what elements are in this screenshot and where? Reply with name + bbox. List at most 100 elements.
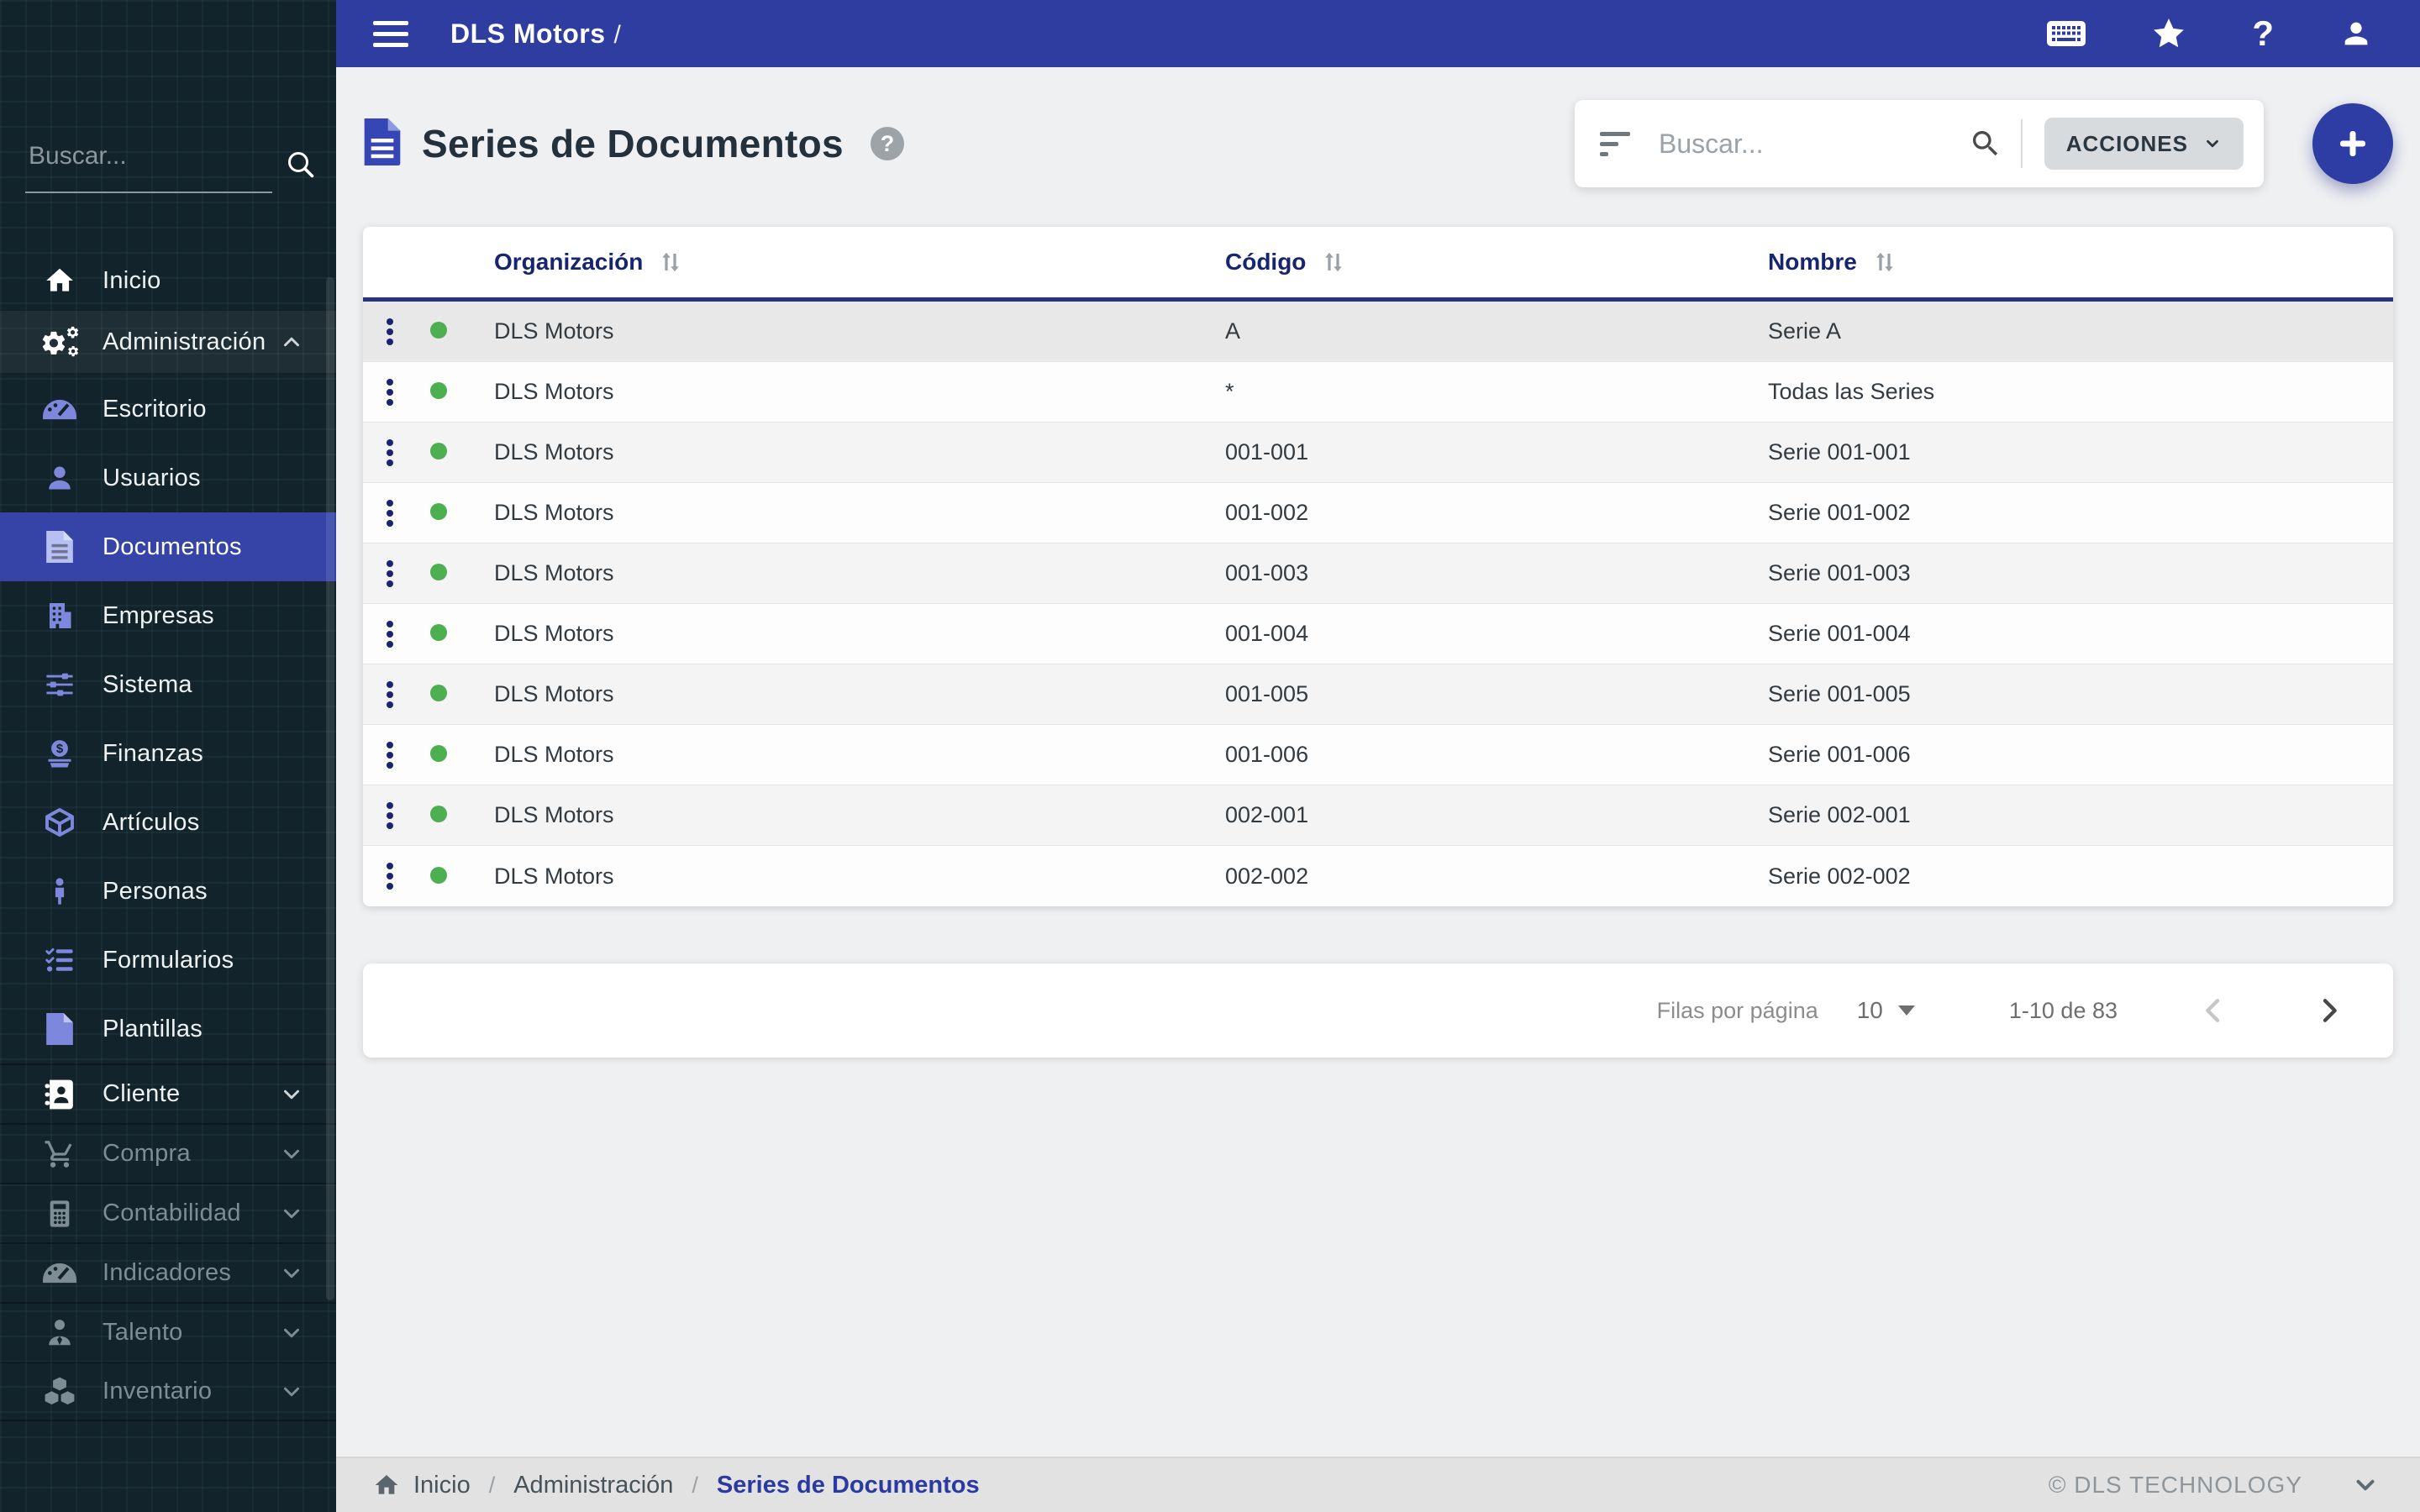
column-header-nombre[interactable]: Nombre <box>1768 249 2393 276</box>
table-row[interactable]: DLS Motors 001-004 Serie 001-004 <box>363 604 2393 664</box>
breadcrumb-administracion[interactable]: Administración <box>513 1472 673 1499</box>
sidebar-item-label: Finanzas <box>103 739 204 767</box>
add-button[interactable] <box>2312 103 2393 184</box>
sidebar-item-escritorio[interactable]: Escritorio <box>0 375 336 444</box>
table-row[interactable]: DLS Motors 002-002 Serie 002-002 <box>363 846 2393 906</box>
cell-organizacion: DLS Motors <box>494 742 614 767</box>
contacts-icon <box>39 1079 81 1110</box>
sidebar-search-input[interactable] <box>27 141 272 171</box>
favorite-star-icon[interactable] <box>2151 16 2186 51</box>
sidebar-item-administracion[interactable]: Administración <box>0 309 336 375</box>
cell-nombre: Serie 001-001 <box>1768 439 1911 465</box>
sidebar-item-formularios[interactable]: Formularios <box>0 926 336 995</box>
row-menu-kebab-icon[interactable] <box>380 493 400 533</box>
cell-codigo: 001-006 <box>1225 742 1309 767</box>
cell-codigo: * <box>1225 379 1234 404</box>
status-active-dot <box>430 382 447 399</box>
table-row[interactable]: DLS Motors 001-003 Serie 001-003 <box>363 543 2393 604</box>
sidebar-item-personas[interactable]: Personas <box>0 857 336 926</box>
sidebar-scrollbar-thumb[interactable] <box>326 277 334 1300</box>
sidebar-item-cliente[interactable]: Cliente <box>0 1063 336 1123</box>
keyboard-icon[interactable] <box>2047 20 2086 47</box>
sidebar-item-empresas[interactable]: Empresas <box>0 581 336 650</box>
sidebar-item-compra[interactable]: Compra <box>0 1123 336 1183</box>
breadcrumb-inicio[interactable]: Inicio <box>413 1472 471 1499</box>
sidebar-item-label: Documentos <box>103 533 242 560</box>
status-active-dot <box>430 564 447 580</box>
row-menu-kebab-icon[interactable] <box>380 856 400 896</box>
next-page-button[interactable] <box>2312 994 2346 1027</box>
table-row[interactable]: DLS Motors 001-001 Serie 001-001 <box>363 423 2393 483</box>
row-menu-kebab-icon[interactable] <box>380 372 400 412</box>
column-header-organizacion[interactable]: Organización <box>494 249 1225 276</box>
cart-icon <box>39 1138 81 1170</box>
page-help-icon[interactable]: ? <box>870 127 904 160</box>
sidebar-item-label: Empresas <box>103 601 214 629</box>
row-menu-kebab-icon[interactable] <box>380 614 400 654</box>
table-search-input[interactable] <box>1657 127 1969 160</box>
person-icon <box>39 876 81 906</box>
search-icon[interactable] <box>1969 127 2002 160</box>
cell-codigo: 001-004 <box>1225 621 1309 646</box>
actions-button[interactable]: ACCIONES <box>2044 118 2244 170</box>
cell-codigo: 001-002 <box>1225 500 1309 525</box>
table-row[interactable]: DLS Motors * Todas las Series <box>363 362 2393 423</box>
sidebar-item-label: Cliente <box>103 1080 181 1107</box>
table-row[interactable]: DLS Motors 001-005 Serie 001-005 <box>363 664 2393 725</box>
status-active-dot <box>430 866 447 884</box>
calculator-icon <box>39 1198 81 1230</box>
copyright-text: © DLS TECHNOLOGY <box>2048 1472 2302 1498</box>
row-menu-kebab-icon[interactable] <box>380 735 400 775</box>
gauge-icon <box>39 1262 81 1284</box>
sidebar-item-indicadores[interactable]: Indicadores <box>0 1242 336 1302</box>
boxes-icon <box>39 1376 81 1408</box>
row-menu-kebab-icon[interactable] <box>380 433 400 473</box>
sort-icon <box>1876 252 1893 272</box>
chevron-down-icon <box>2207 139 2218 148</box>
filter-icon[interactable] <box>1600 131 1634 156</box>
cell-nombre: Serie 002-001 <box>1768 802 1911 827</box>
row-menu-kebab-icon[interactable] <box>380 675 400 715</box>
rows-per-page-select[interactable]: 10 <box>1857 997 1915 1024</box>
sidebar-item-finanzas[interactable]: $ Finanzas <box>0 719 336 788</box>
sidebar-item-inventario[interactable]: Inventario <box>0 1362 336 1421</box>
sidebar-item-plantillas[interactable]: Plantillas <box>0 995 336 1063</box>
table-row[interactable]: DLS Motors A Serie A <box>363 302 2393 362</box>
app-title: DLS Motors / <box>450 18 622 49</box>
svg-text:$: $ <box>56 742 64 756</box>
chevron-down-icon <box>279 1261 304 1286</box>
sidebar-item-sistema[interactable]: Sistema <box>0 650 336 719</box>
account-icon[interactable] <box>2339 17 2373 50</box>
cell-organizacion: DLS Motors <box>494 439 614 465</box>
file-icon <box>39 1013 81 1045</box>
sidebar: Inicio Administración Escritorio <box>0 0 336 1512</box>
sidebar-item-contabilidad[interactable]: Contabilidad <box>0 1183 336 1242</box>
sidebar-item-articulos[interactable]: Artículos <box>0 788 336 857</box>
page-content: Series de Documentos ? ACCIONES <box>336 67 2420 1457</box>
row-menu-kebab-icon[interactable] <box>380 554 400 594</box>
sidebar-item-documentos[interactable]: Documentos <box>0 512 336 581</box>
sidebar-item-label: Escritorio <box>103 395 207 423</box>
sidebar-item-label: Formularios <box>103 946 234 974</box>
sidebar-item-label: Talento <box>103 1319 183 1346</box>
sidebar-item-usuarios[interactable]: Usuarios <box>0 444 336 512</box>
status-active-dot <box>430 443 447 459</box>
sidebar-item-talento[interactable]: Talento <box>0 1302 336 1362</box>
breadcrumb-home-icon[interactable] <box>373 1472 400 1499</box>
status-active-dot <box>430 745 447 762</box>
table-row[interactable]: DLS Motors 001-006 Serie 001-006 <box>363 725 2393 785</box>
table-row[interactable]: DLS Motors 001-002 Serie 001-002 <box>363 483 2393 543</box>
help-icon[interactable]: ? <box>2252 16 2274 51</box>
sidebar-item-inicio[interactable]: Inicio <box>0 252 336 309</box>
breadcrumb-separator: / <box>488 1472 496 1498</box>
footer-chevron-down-icon[interactable] <box>2351 1471 2380 1499</box>
column-header-codigo[interactable]: Código <box>1225 249 1768 276</box>
table-row[interactable]: DLS Motors 002-001 Serie 002-001 <box>363 785 2393 846</box>
search-icon[interactable] <box>286 150 316 180</box>
menu-hamburger-icon[interactable] <box>373 20 408 47</box>
cell-nombre: Todas las Series <box>1768 379 1935 404</box>
previous-page-button[interactable] <box>2196 994 2230 1027</box>
status-active-dot <box>430 503 447 520</box>
row-menu-kebab-icon[interactable] <box>380 795 400 836</box>
row-menu-kebab-icon[interactable] <box>380 312 400 352</box>
